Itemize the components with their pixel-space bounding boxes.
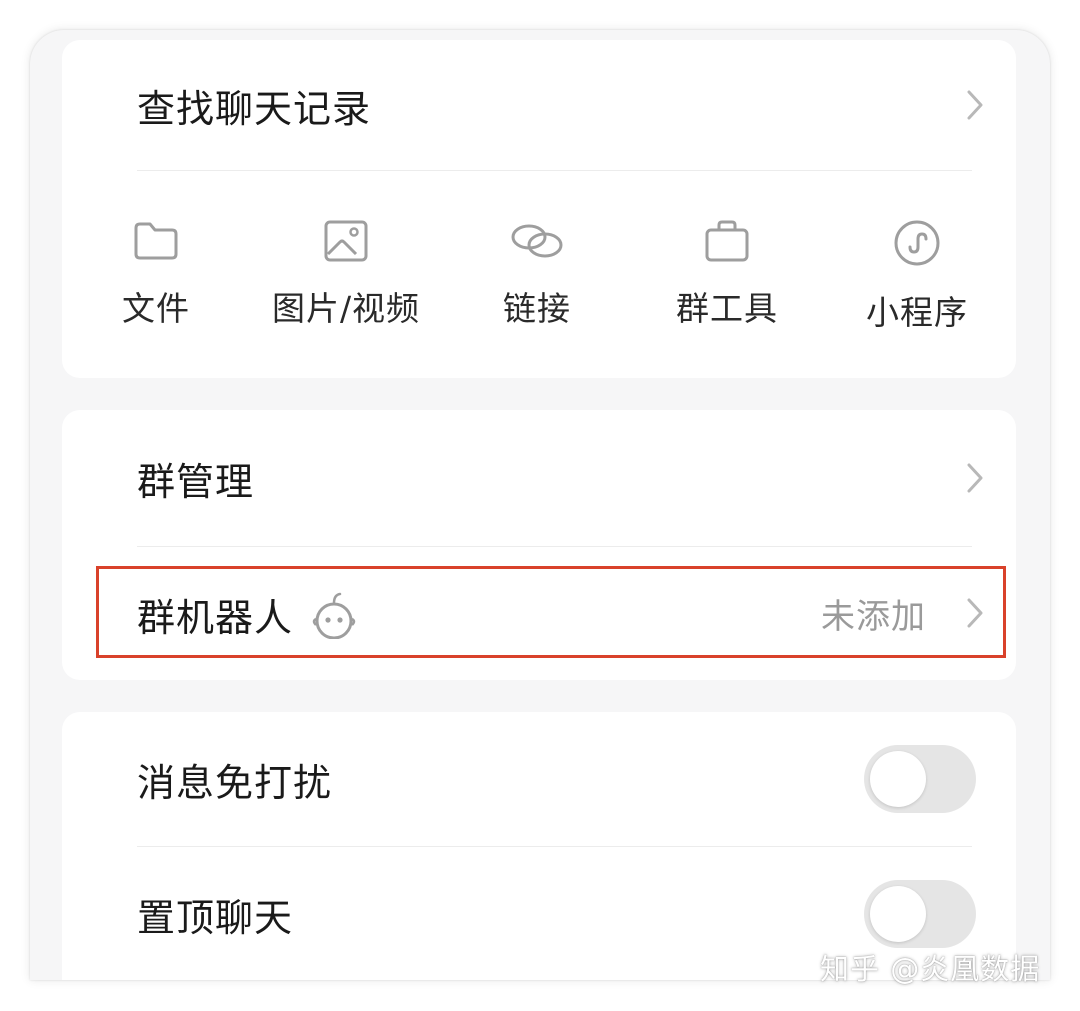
pin-toggle[interactable] bbox=[864, 880, 976, 948]
pin-label: 置顶聊天 bbox=[137, 895, 294, 940]
group-manage-label: 群管理 bbox=[137, 459, 255, 504]
quick-action-group-tools[interactable]: 群工具 bbox=[637, 220, 817, 350]
quick-action-label: 群工具 bbox=[676, 289, 778, 328]
watermark: 知乎 @炎凰数据 bbox=[820, 952, 1041, 986]
mini-program-icon bbox=[894, 220, 940, 266]
folder-icon bbox=[134, 222, 178, 260]
mute-label: 消息免打扰 bbox=[137, 760, 333, 805]
mute-row: 消息免打扰 bbox=[62, 712, 1016, 846]
search-card: 查找聊天记录 文件 图片/视频 链接 群工具 小程序 bbox=[62, 40, 1016, 378]
quick-action-label: 小程序 bbox=[866, 293, 968, 332]
quick-action-links[interactable]: 链接 bbox=[447, 220, 627, 350]
settings-screen: 查找聊天记录 文件 图片/视频 链接 群工具 小程序 群管理 群机器人 未添加 … bbox=[30, 30, 1050, 980]
image-icon bbox=[324, 220, 368, 262]
quick-action-images-videos[interactable]: 图片/视频 bbox=[256, 220, 436, 350]
mute-toggle[interactable] bbox=[864, 745, 976, 813]
quick-action-mini-programs[interactable]: 小程序 bbox=[827, 220, 1007, 350]
search-history-label: 查找聊天记录 bbox=[137, 86, 372, 131]
toggle-knob bbox=[870, 751, 926, 807]
quick-action-label: 文件 bbox=[122, 289, 190, 328]
quick-action-label: 链接 bbox=[503, 289, 571, 328]
briefcase-icon bbox=[705, 220, 749, 262]
toggle-knob bbox=[870, 886, 926, 942]
group-manage-row[interactable]: 群管理 bbox=[62, 410, 1016, 546]
link-icon bbox=[511, 224, 563, 258]
search-history-row[interactable]: 查找聊天记录 bbox=[62, 40, 1016, 170]
chevron-right-icon bbox=[967, 463, 983, 493]
toggle-card: 消息免打扰 置顶聊天 bbox=[62, 712, 1016, 980]
divider bbox=[137, 170, 972, 171]
chevron-right-icon bbox=[967, 90, 983, 120]
quick-action-files[interactable]: 文件 bbox=[66, 220, 246, 350]
quick-action-label: 图片/视频 bbox=[271, 289, 421, 328]
highlight-box bbox=[96, 566, 1006, 658]
